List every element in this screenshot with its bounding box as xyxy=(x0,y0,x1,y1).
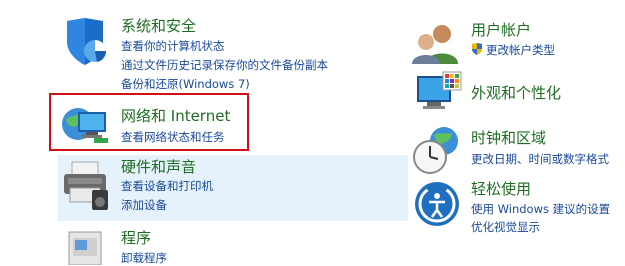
change-account-type-label: 更改帐户类型 xyxy=(486,43,555,57)
ease-of-access-title[interactable]: 轻松使用 xyxy=(471,180,531,198)
uninstall-program-link[interactable]: 卸载程序 xyxy=(121,251,167,266)
appearance-title[interactable]: 外观和个性化 xyxy=(471,84,561,102)
network-internet-title[interactable]: 网络和 Internet xyxy=(121,107,230,125)
add-device-link[interactable]: 添加设备 xyxy=(121,198,167,213)
windows-recommended-settings-link[interactable]: 使用 Windows 建议的设置 xyxy=(471,202,610,217)
printer-icon xyxy=(62,160,110,212)
view-network-status-link[interactable]: 查看网络状态和任务 xyxy=(121,130,225,145)
file-history-backup-link[interactable]: 通过文件历史记录保存你的文件备份副本 xyxy=(121,58,328,73)
shield-icon xyxy=(63,17,109,67)
hardware-hover-background xyxy=(58,155,408,221)
clock-region-title[interactable]: 时钟和区域 xyxy=(471,129,546,147)
user-accounts-title[interactable]: 用户帐户 xyxy=(471,21,531,39)
programs-icon xyxy=(63,228,107,265)
programs-title[interactable]: 程序 xyxy=(121,229,151,247)
view-devices-printers-link[interactable]: 查看设备和打印机 xyxy=(121,179,213,194)
hardware-sound-title[interactable]: 硬件和声音 xyxy=(121,158,196,176)
uac-shield-icon xyxy=(472,43,482,55)
user-accounts-icon xyxy=(412,22,462,64)
appearance-monitor-icon xyxy=(413,70,463,116)
backup-restore-link[interactable]: 备份和还原(Windows 7) xyxy=(121,77,250,92)
change-account-type-link[interactable]: 更改帐户类型 xyxy=(471,43,555,58)
ease-of-access-icon xyxy=(413,180,461,228)
optimize-visual-display-link[interactable]: 优化视觉显示 xyxy=(471,220,540,235)
change-date-time-format-link[interactable]: 更改日期、时间或数字格式 xyxy=(471,152,609,167)
clock-globe-icon xyxy=(412,123,462,177)
system-security-title[interactable]: 系统和安全 xyxy=(121,17,196,35)
view-computer-status-link[interactable]: 查看你的计算机状态 xyxy=(121,39,225,54)
network-globe-icon xyxy=(60,100,112,150)
